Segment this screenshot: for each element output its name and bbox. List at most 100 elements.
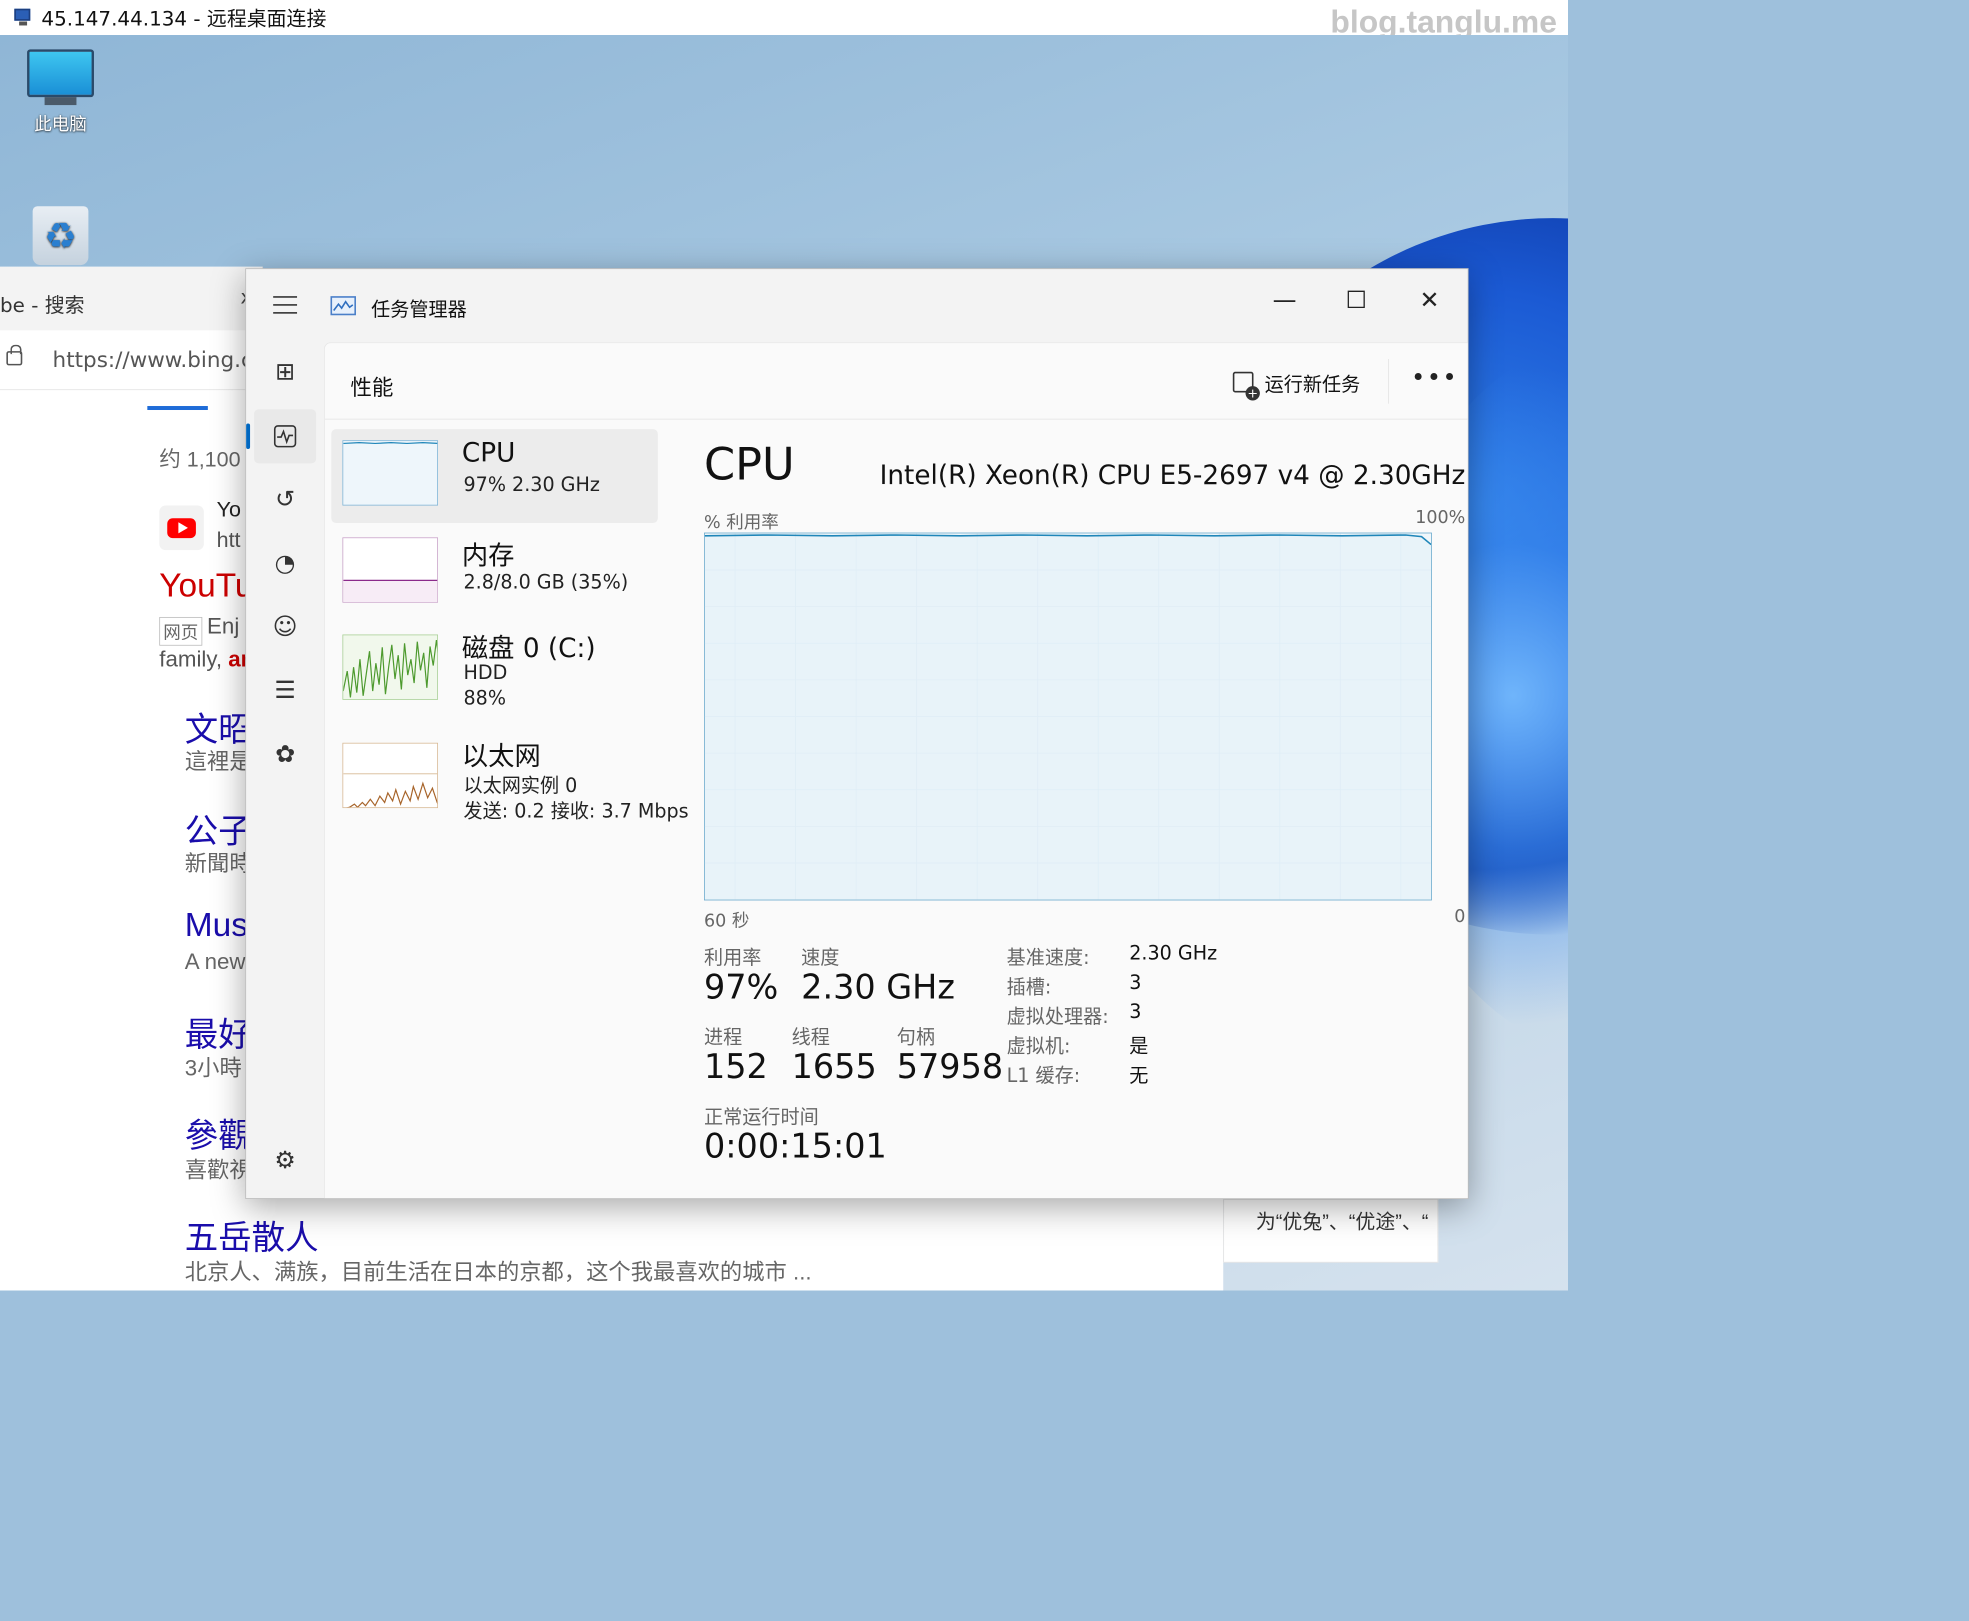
utilization-label: 利用率 <box>703 946 762 969</box>
nav-settings[interactable]: ⚙ <box>254 1134 316 1188</box>
run-new-task-label: 运行新任务 <box>1264 372 1361 396</box>
spec-value: 3 <box>1129 971 1142 994</box>
sidebar-item-disk[interactable]: 磁盘 0 (C:) HDD 88% <box>331 623 658 726</box>
result-desc: 北京人、满族，目前生活在日本的京都，这个我最喜欢的城市 ... <box>184 1259 812 1285</box>
disk-thumbnail-graph <box>342 634 439 700</box>
graph-y-label: % 利用率 <box>703 512 779 533</box>
result-desc: 這裡是 <box>184 749 252 774</box>
cpu-model: Intel(R) Xeon(R) CPU E5-2697 v4 @ 2.30GH… <box>879 459 1466 491</box>
youtube-favicon <box>159 505 204 551</box>
services-icon: ✿ <box>275 740 296 769</box>
result-site-url: htt <box>216 527 241 552</box>
hamburger-menu-icon[interactable] <box>273 296 298 320</box>
startup-apps-icon: ◔ <box>274 549 296 578</box>
browser-tab-title: be - 搜索 <box>0 293 85 317</box>
nav-startup-apps[interactable]: ◔ <box>254 537 316 591</box>
sidebar-item-detail: 88% <box>463 687 506 710</box>
result-site-name: Yo <box>216 497 241 522</box>
result-desc: Enj <box>207 613 240 639</box>
result-desc: 新聞時 <box>184 851 252 876</box>
result-title-link[interactable]: 五岳散人 <box>185 1211 319 1260</box>
sidebar-item-ethernet[interactable]: 以太网 以太网实例 0 发送: 0.2 接收: 3.7 Mbps <box>331 732 689 835</box>
sidebar-item-subtitle: 2.8/8.0 GB (35%) <box>463 570 629 594</box>
graph-y-max: 100% <box>1415 507 1466 528</box>
nav-performance[interactable] <box>254 409 317 464</box>
spec-value: 是 <box>1129 1034 1149 1058</box>
cpu-detail-panel: CPU Intel(R) Xeon(R) CPU E5-2697 v4 @ 2.… <box>699 420 1468 1199</box>
handles-value: 57958 <box>896 1046 1004 1086</box>
side-panel-card: 为“优兔”、“优途”、“ <box>1223 1198 1439 1263</box>
browser-window: be - 搜索 x https://www.bing.cc 约 1,100 Yo… <box>0 266 263 1291</box>
lock-icon <box>6 344 23 366</box>
result-title-link[interactable]: 參觀 <box>185 1109 252 1158</box>
header-divider <box>1388 359 1389 404</box>
spec-key: 虚拟机: <box>1006 1034 1071 1058</box>
page-header: 性能 运行新任务 ••• <box>324 343 1468 420</box>
nav-details[interactable]: ☰ <box>254 664 316 718</box>
sidebar-item-title: CPU <box>461 437 516 469</box>
spec-key: 基准速度: <box>1006 946 1090 969</box>
cpu-thumbnail-graph <box>342 440 439 506</box>
side-panel-snippet: 为“优兔”、“优途”、“ <box>1255 1210 1429 1234</box>
spec-key: 虚拟处理器: <box>1006 1005 1109 1028</box>
run-task-icon <box>1232 371 1260 401</box>
desktop-icon-label: 此电脑 <box>34 114 87 135</box>
nav-app-history[interactable]: ↺ <box>254 473 316 527</box>
result-title-link[interactable]: 最好 <box>185 1008 252 1057</box>
uptime-value: 0:00:15:01 <box>703 1126 887 1166</box>
sidebar-item-subtitle: HDD <box>463 661 508 684</box>
nav-processes[interactable]: ⊞ <box>254 346 316 400</box>
recycle-bin-icon: ♻ <box>32 206 89 266</box>
more-options-icon[interactable]: ••• <box>1411 364 1458 392</box>
ethernet-thumbnail-graph <box>342 742 439 809</box>
memory-thumbnail-graph <box>342 537 439 603</box>
spec-value: 2.30 GHz <box>1129 941 1218 965</box>
details-icon: ☰ <box>274 676 296 705</box>
users-icon: ☺ <box>272 613 298 641</box>
result-title-link[interactable]: Mus <box>185 906 248 944</box>
result-badge: 网页 <box>159 616 203 646</box>
task-manager-titlebar[interactable]: 任务管理器 — ☐ ✕ <box>246 269 1468 342</box>
close-button[interactable]: ✕ <box>1406 283 1454 318</box>
remote-desktop-session: 45.147.44.134 - 远程桌面连接 blog.tanglu.me 此电… <box>0 0 1569 1291</box>
desktop-icon-recycle-bin[interactable]: ♻ <box>13 206 109 266</box>
result-desc: 3小時 <box>184 1055 242 1081</box>
detail-heading: CPU <box>703 438 795 491</box>
performance-icon <box>273 425 297 448</box>
browser-tab[interactable]: be - 搜索 <box>0 266 263 331</box>
maximize-button[interactable]: ☐ <box>1332 283 1380 318</box>
minimize-button[interactable]: — <box>1261 283 1309 318</box>
result-title-link[interactable]: YouTu <box>159 566 253 604</box>
processes-label: 进程 <box>703 1026 743 1049</box>
sidebar-item-subtitle: 以太网实例 0 <box>463 774 578 797</box>
nav-services[interactable]: ✿ <box>254 728 316 782</box>
graph-x-start: 60 秒 <box>703 911 750 932</box>
processes-value: 152 <box>703 1046 768 1086</box>
sidebar-item-cpu[interactable]: CPU 97% 2.30 GHz <box>331 429 658 524</box>
handles-label: 句柄 <box>896 1026 935 1049</box>
address-bar[interactable]: https://www.bing.cc <box>0 330 263 391</box>
processes-icon: ⊞ <box>275 358 296 387</box>
desktop-icon-this-pc[interactable]: 此电脑 <box>13 49 109 135</box>
graph-x-end: 0 <box>1454 906 1466 927</box>
settings-icon: ⚙ <box>274 1146 296 1175</box>
sidebar-item-memory[interactable]: 内存 2.8/8.0 GB (35%) <box>331 526 658 620</box>
computer-icon <box>27 49 94 98</box>
nav-users[interactable]: ☺ <box>254 600 316 654</box>
result-desc-line2: family, ar <box>159 646 250 672</box>
search-scope-indicator <box>147 406 208 411</box>
app-history-icon: ↺ <box>275 485 296 514</box>
spec-value: 无 <box>1129 1064 1149 1087</box>
uptime-label: 正常运行时间 <box>703 1105 819 1129</box>
threads-value: 1655 <box>791 1046 877 1086</box>
browser-bottom-area: 五岳散人 北京人、满族，目前生活在日本的京都，这个我最喜欢的城市 ... 为“优… <box>0 1198 1568 1291</box>
remote-desktop-icon <box>13 7 34 28</box>
threads-label: 线程 <box>791 1026 830 1049</box>
result-count: 约 1,100 <box>159 447 241 472</box>
page-title: 性能 <box>350 375 394 401</box>
sidebar-item-detail: 发送: 0.2 接收: 3.7 Mbps <box>463 800 689 823</box>
spec-value: 3 <box>1129 1000 1142 1024</box>
url-text: https://www.bing.cc <box>52 347 263 373</box>
task-manager-window: 任务管理器 — ☐ ✕ ⊞ ↺ ◔ ☺ ☰ ✿ ⚙ 性能 运行新任务 <box>245 268 1469 1199</box>
run-new-task-button[interactable]: 运行新任务 <box>1232 366 1361 401</box>
